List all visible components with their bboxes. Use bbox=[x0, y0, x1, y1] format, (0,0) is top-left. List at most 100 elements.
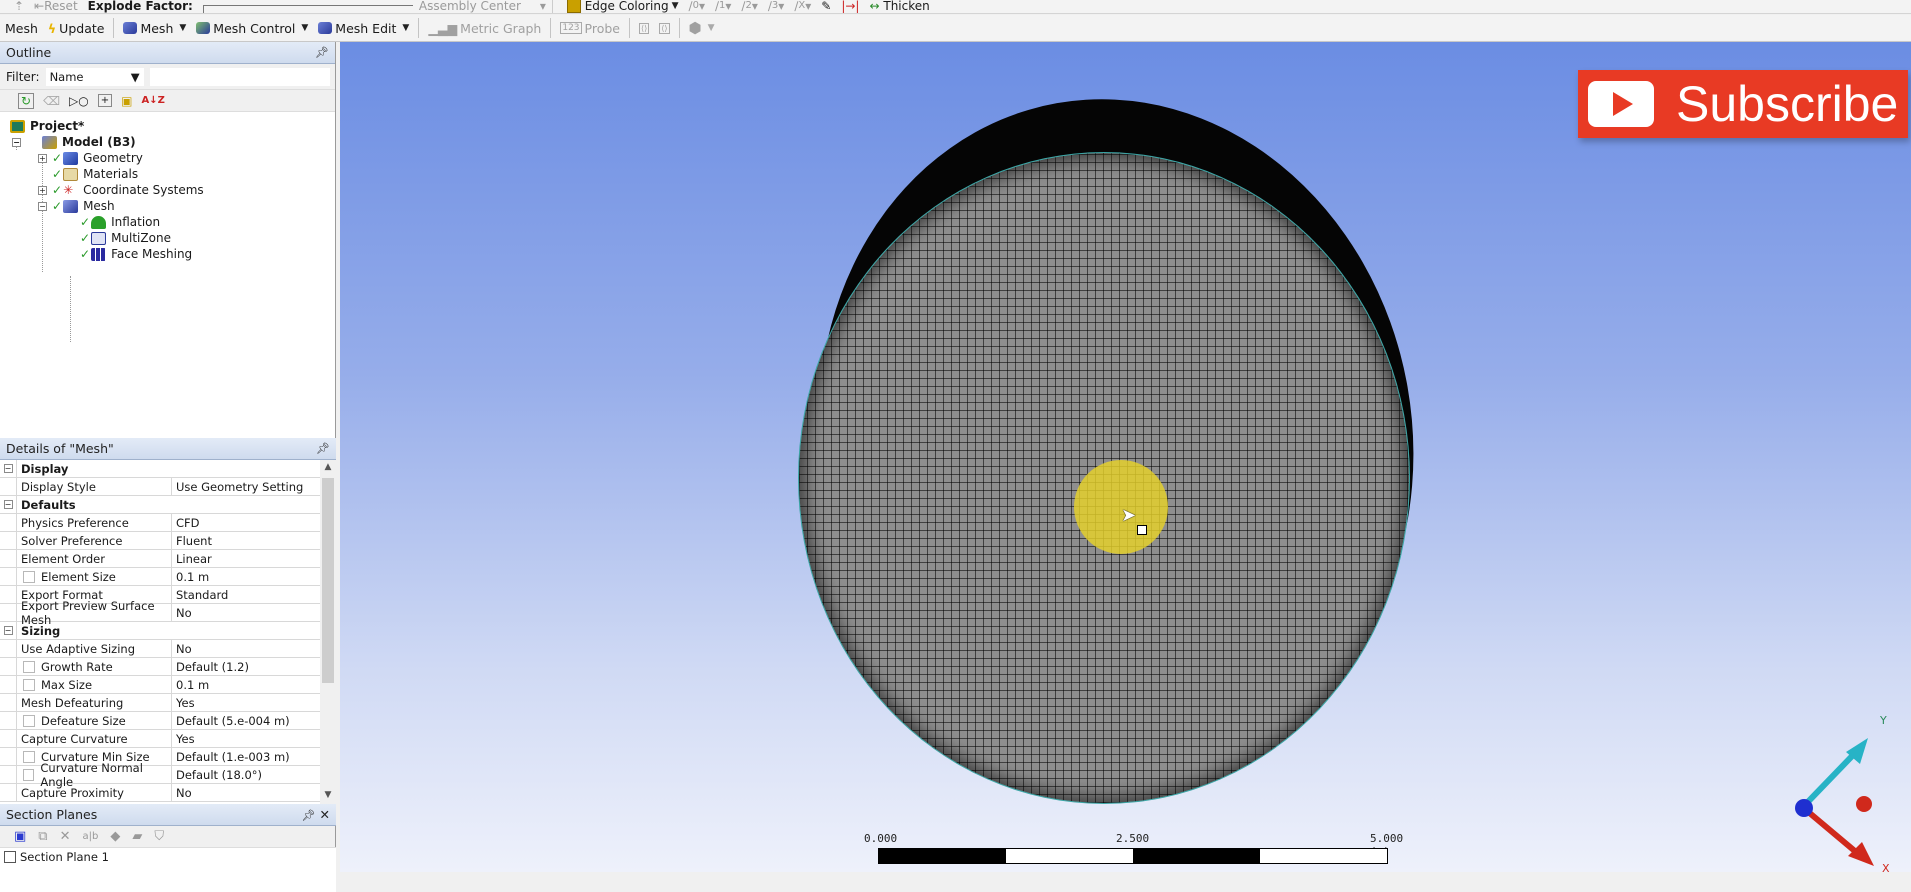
details-property-row[interactable]: Export Preview Surface Mesh No bbox=[0, 599, 320, 627]
pin-icon[interactable]: 📌︎ bbox=[316, 442, 330, 455]
property-value[interactable]: Default (1.2) bbox=[172, 658, 320, 675]
section-plane-item[interactable]: Section Plane 1 bbox=[4, 850, 332, 864]
property-value[interactable]: Default (18.0°) bbox=[172, 766, 320, 783]
details-property-row[interactable]: Solver Preference Fluent bbox=[0, 532, 320, 550]
tree-item-project[interactable]: Project* bbox=[10, 118, 84, 134]
edge-tool-2-button[interactable]: ∕ 2 ▾ bbox=[741, 0, 757, 13]
explode-factor-slider[interactable] bbox=[202, 5, 413, 13]
scroll-up-icon[interactable]: ▲ bbox=[320, 462, 336, 478]
property-value[interactable]: Default (5.e-004 m) bbox=[172, 712, 320, 729]
section-tool-icon[interactable]: ⛉ bbox=[154, 829, 164, 844]
delete-icon[interactable]: ✕ bbox=[60, 829, 71, 844]
filter-text-input[interactable] bbox=[149, 67, 330, 86]
details-category-row[interactable]: − Defaults bbox=[0, 496, 320, 514]
tree-item-coordinate-systems[interactable]: + ✓ ✳ Coordinate Systems bbox=[38, 182, 204, 198]
edge-tool-x-button[interactable]: ∕ X ▾ bbox=[794, 0, 811, 13]
property-value[interactable]: Fluent bbox=[172, 532, 320, 549]
details-scrollbar[interactable]: ▲ ▼ bbox=[320, 460, 336, 808]
property-value[interactable]: Yes bbox=[172, 694, 320, 711]
reset-button[interactable]: ⇤ Reset bbox=[34, 0, 78, 13]
triad-rotate-ball[interactable] bbox=[1856, 796, 1872, 812]
details-property-row[interactable]: Growth Rate Default (1.2) bbox=[0, 658, 320, 676]
mesh-edit-dropdown-button[interactable]: Mesh Edit ▼ bbox=[313, 17, 414, 39]
assembly-center-select[interactable]: Assembly Center ▾ bbox=[413, 0, 553, 13]
update-button[interactable]: ϟ Update bbox=[43, 17, 110, 39]
tree-item-materials[interactable]: ✓ Materials bbox=[52, 166, 138, 182]
mesh-dropdown-button[interactable]: Mesh ▼ bbox=[118, 17, 191, 39]
previous-element-button[interactable]: ⟨⟩ bbox=[634, 17, 654, 39]
expand-icon[interactable]: + bbox=[38, 185, 47, 195]
show-plane-icon[interactable]: ◆ bbox=[110, 829, 120, 844]
parameter-checkbox[interactable] bbox=[23, 750, 35, 763]
details-property-row[interactable]: Curvature Normal Angle Default (18.0°) bbox=[0, 761, 320, 789]
edge-tool-0-button[interactable]: ∕ 0 ▾ bbox=[689, 0, 705, 13]
collapse-icon[interactable]: − bbox=[12, 137, 21, 147]
tree-item-mesh[interactable]: − ✓ Mesh bbox=[38, 198, 115, 214]
next-element-button[interactable]: ⟨⟩ bbox=[654, 17, 674, 39]
details-property-row[interactable]: Display Style Use Geometry Setting bbox=[0, 478, 320, 496]
property-value[interactable]: 0.1 m bbox=[172, 676, 320, 693]
probe-button[interactable]: 123 Probe bbox=[555, 17, 625, 39]
details-property-row[interactable]: Physics Preference CFD bbox=[0, 514, 320, 532]
close-icon[interactable]: ✕ bbox=[320, 807, 330, 822]
collapse-icon[interactable]: − bbox=[3, 500, 13, 509]
property-value[interactable]: Default (1.e-003 m) bbox=[172, 748, 320, 765]
details-property-row[interactable]: Max Size 0.1 m bbox=[0, 676, 320, 694]
section-plane-checkbox[interactable] bbox=[4, 851, 16, 863]
details-property-row[interactable]: Element Order Linear bbox=[0, 550, 320, 568]
sort-az-icon[interactable]: A↓Z bbox=[141, 95, 164, 106]
axis-triad[interactable]: Y X bbox=[1760, 702, 1910, 872]
details-category-row[interactable]: − Display bbox=[0, 460, 320, 478]
subscribe-banner[interactable]: Subscribe bbox=[1578, 70, 1908, 138]
property-value[interactable]: No bbox=[172, 604, 320, 621]
thin-button[interactable]: |→| bbox=[841, 0, 859, 13]
property-value[interactable]: Linear bbox=[172, 550, 320, 567]
eraser-icon[interactable]: ⌫ bbox=[43, 94, 60, 108]
mesh-control-dropdown-button[interactable]: Mesh Control ▼ bbox=[191, 17, 313, 39]
property-value[interactable]: No bbox=[172, 640, 320, 657]
shape-dropdown-button[interactable]: ⬢ ▼ bbox=[684, 17, 720, 39]
collapse-icon[interactable]: − bbox=[38, 201, 47, 211]
metric-graph-button[interactable]: ▁▃▆ Metric Graph bbox=[423, 17, 546, 39]
details-property-row[interactable]: Element Size 0.1 m bbox=[0, 568, 320, 586]
property-value[interactable]: Standard bbox=[172, 586, 320, 603]
tree-item-multizone[interactable]: ✓ MultiZone bbox=[80, 230, 171, 246]
parameter-checkbox[interactable] bbox=[23, 768, 35, 781]
property-value[interactable]: Use Geometry Setting bbox=[172, 478, 320, 495]
details-category-row[interactable]: − Sizing bbox=[0, 622, 320, 640]
scrollbar-thumb[interactable] bbox=[322, 478, 334, 683]
property-value[interactable]: CFD bbox=[172, 514, 320, 531]
expand-all-icon[interactable]: + bbox=[97, 94, 113, 107]
details-property-row[interactable]: Use Adaptive Sizing No bbox=[0, 640, 320, 658]
parameter-checkbox[interactable] bbox=[23, 660, 35, 673]
collapse-icon[interactable]: − bbox=[3, 626, 13, 635]
parameter-checkbox[interactable] bbox=[23, 570, 35, 583]
thicken-button[interactable]: ↔ Thicken bbox=[869, 0, 929, 13]
edit-icon[interactable]: a|b bbox=[83, 831, 99, 842]
folder-icon[interactable]: ▣ bbox=[121, 94, 132, 108]
pin-icon[interactable]: 📌︎ bbox=[302, 809, 316, 822]
parameter-checkbox[interactable] bbox=[23, 678, 35, 691]
details-property-row[interactable]: Capture Curvature Yes bbox=[0, 730, 320, 748]
edge-tool-3-button[interactable]: ∕ 3 ▾ bbox=[768, 0, 784, 13]
tree-item-inflation[interactable]: ✓ Inflation bbox=[80, 214, 160, 230]
cap-icon[interactable]: ▰ bbox=[132, 829, 142, 844]
details-property-row[interactable]: Capture Proximity No bbox=[0, 784, 320, 802]
details-property-row[interactable]: Defeature Size Default (5.e-004 m) bbox=[0, 712, 320, 730]
suppress-icon[interactable]: ▷○ bbox=[69, 94, 89, 108]
tree-item-face-meshing[interactable]: ✓ Face Meshing bbox=[80, 246, 192, 262]
tree-item-geometry[interactable]: + ✓ Geometry bbox=[38, 150, 143, 166]
expand-icon[interactable]: + bbox=[38, 153, 47, 163]
pin-icon[interactable]: 📌︎ bbox=[315, 46, 329, 59]
property-value[interactable]: 0.1 m bbox=[172, 568, 320, 585]
pin-tool-button[interactable]: ✎ bbox=[821, 0, 831, 13]
property-value[interactable]: No bbox=[172, 784, 320, 801]
edge-tool-1-button[interactable]: ∕ 1 ▾ bbox=[715, 0, 731, 13]
filter-type-select[interactable]: Name ▼ bbox=[45, 67, 144, 86]
collapse-icon[interactable]: − bbox=[3, 464, 13, 473]
copy-icon[interactable]: ⧉ bbox=[38, 829, 47, 844]
property-value[interactable]: Yes bbox=[172, 730, 320, 747]
new-section-plane-icon[interactable]: ▣ bbox=[14, 829, 26, 844]
graphics-viewport[interactable]: ➤ Subscribe 0.000 2.500 5.000 (m) Y X bbox=[340, 42, 1911, 872]
refresh-icon[interactable]: ↻ bbox=[18, 92, 35, 109]
